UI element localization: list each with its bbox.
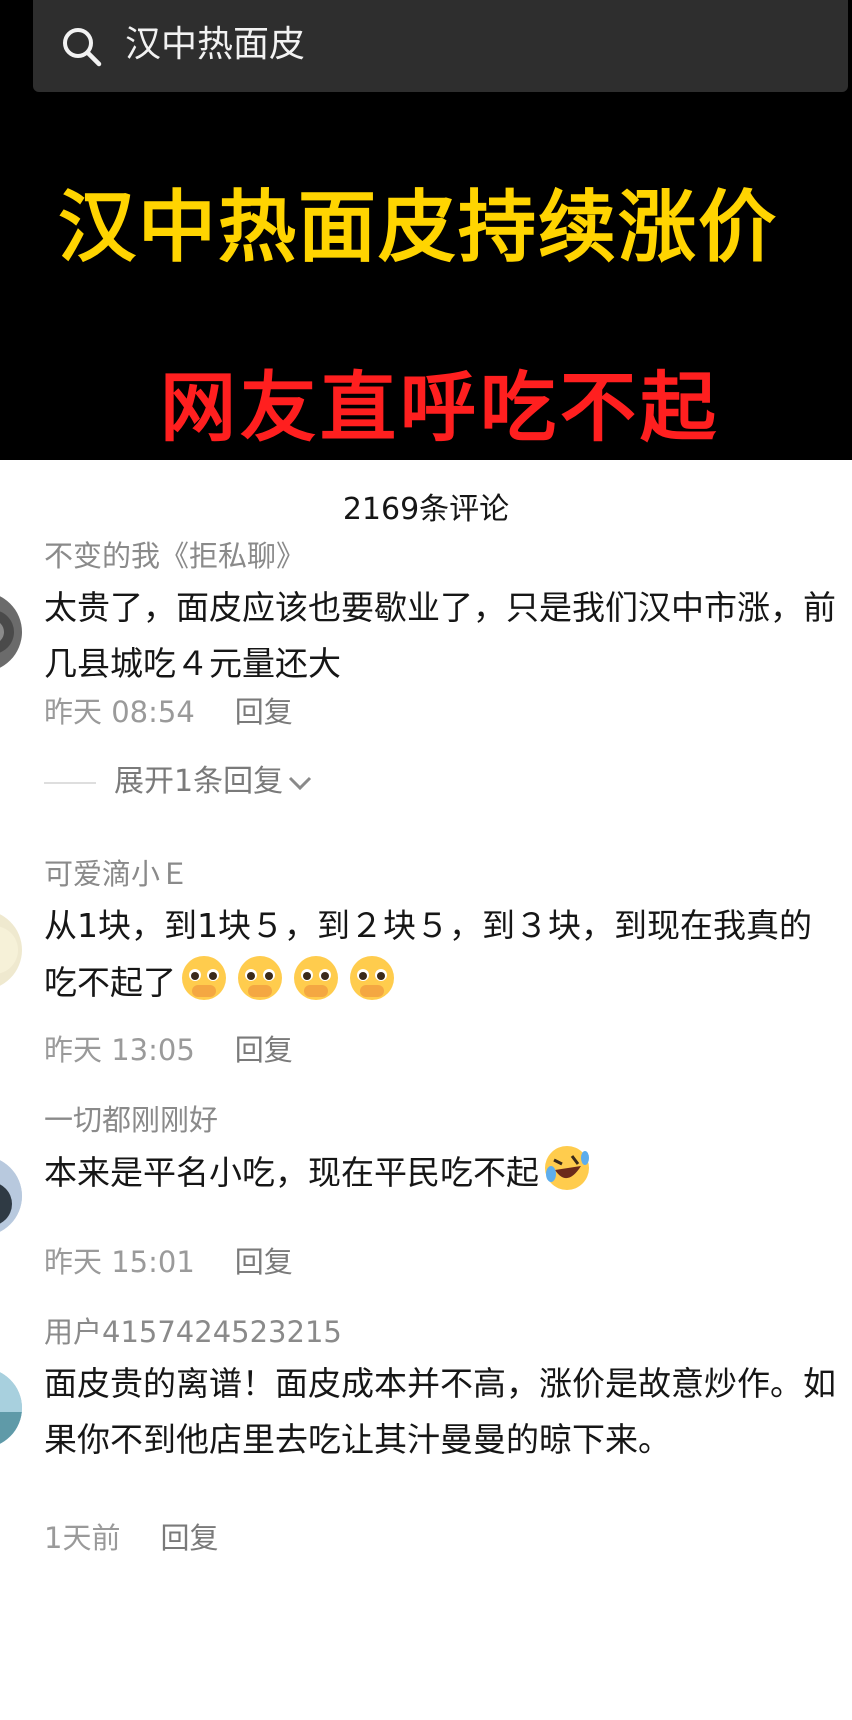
comment-time: 1天前 — [44, 1521, 121, 1555]
comments-sheet: 2169条评论 不变的我《拒私聊》 太贵了，面皮应该也要歇业了，只是我们汉中市涨… — [0, 460, 852, 1720]
comment-user[interactable]: 一切都刚刚好 — [44, 1100, 218, 1140]
comment-text-body: 从1块，到1块５，到２块５，到３块，到现在我真的吃不起了 — [44, 906, 812, 1002]
comment-text: 太贵了，面皮应该也要歇业了，只是我们汉中市涨，前几县城吃４元量还大 — [44, 588, 836, 683]
search-icon — [63, 28, 102, 67]
rolling-laughing-emoji — [545, 1146, 589, 1190]
comment-count: 2169条评论 — [342, 492, 510, 527]
search-query[interactable]: 汉中热面皮 — [125, 20, 305, 70]
reply-button[interactable]: 回复 — [235, 1245, 293, 1279]
reply-button[interactable]: 回复 — [235, 1033, 293, 1067]
reply-button[interactable]: 回复 — [235, 695, 293, 729]
comment-text: 面皮贵的离谱！面皮成本并不高，涨价是故意炒作。如果你不到他店里去吃让其汁曼曼的晾… — [44, 1364, 836, 1459]
video-headline: 汉中热面皮持续涨价 — [58, 183, 779, 273]
divider — [44, 781, 96, 784]
pleading-face-emoji — [238, 956, 282, 1000]
comment-meta: 昨天 15:01 回复 — [44, 1242, 293, 1282]
pleading-face-emoji — [182, 956, 226, 1000]
comment-user[interactable]: 可爱滴小Ｅ — [44, 854, 189, 894]
comment-user[interactable]: 用户4157424523215 — [44, 1312, 342, 1352]
chevron-down-icon — [289, 776, 312, 790]
comment-text-body: 本来是平名小吃，现在平民吃不起 — [44, 1153, 539, 1192]
pleading-face-emoji — [350, 956, 394, 1000]
comment-time: 昨天 13:05 — [44, 1033, 195, 1067]
video-area[interactable]: 汉中热面皮 汉中热面皮持续涨价 网友直呼吃不起 — [0, 0, 852, 460]
avatar[interactable] — [0, 1368, 22, 1448]
comment-meta: 1天前 回复 — [44, 1518, 218, 1558]
video-subline: 网友直呼吃不起 — [160, 363, 720, 452]
expand-replies-button[interactable]: 展开1条回复 — [44, 762, 313, 802]
expand-replies-label: 展开1条回复 — [114, 764, 284, 799]
comment-text: 从1块，到1块５，到２块５，到３块，到现在我真的吃不起了 — [44, 898, 844, 1011]
comment-meta: 昨天 08:54 回复 — [44, 692, 293, 732]
comment-time: 昨天 08:54 — [44, 695, 195, 729]
reply-button[interactable]: 回复 — [160, 1521, 218, 1555]
comment-meta: 昨天 13:05 回复 — [44, 1030, 293, 1070]
pleading-face-emoji — [294, 956, 338, 1000]
avatar[interactable] — [0, 592, 22, 672]
avatar[interactable] — [0, 910, 22, 990]
comment-time: 昨天 15:01 — [44, 1245, 195, 1279]
comment-text: 本来是平名小吃，现在平民吃不起 — [44, 1144, 844, 1201]
avatar[interactable] — [0, 1156, 22, 1236]
search-bar[interactable]: 汉中热面皮 — [33, 0, 848, 92]
comment-user[interactable]: 不变的我《拒私聊》 — [44, 536, 305, 576]
